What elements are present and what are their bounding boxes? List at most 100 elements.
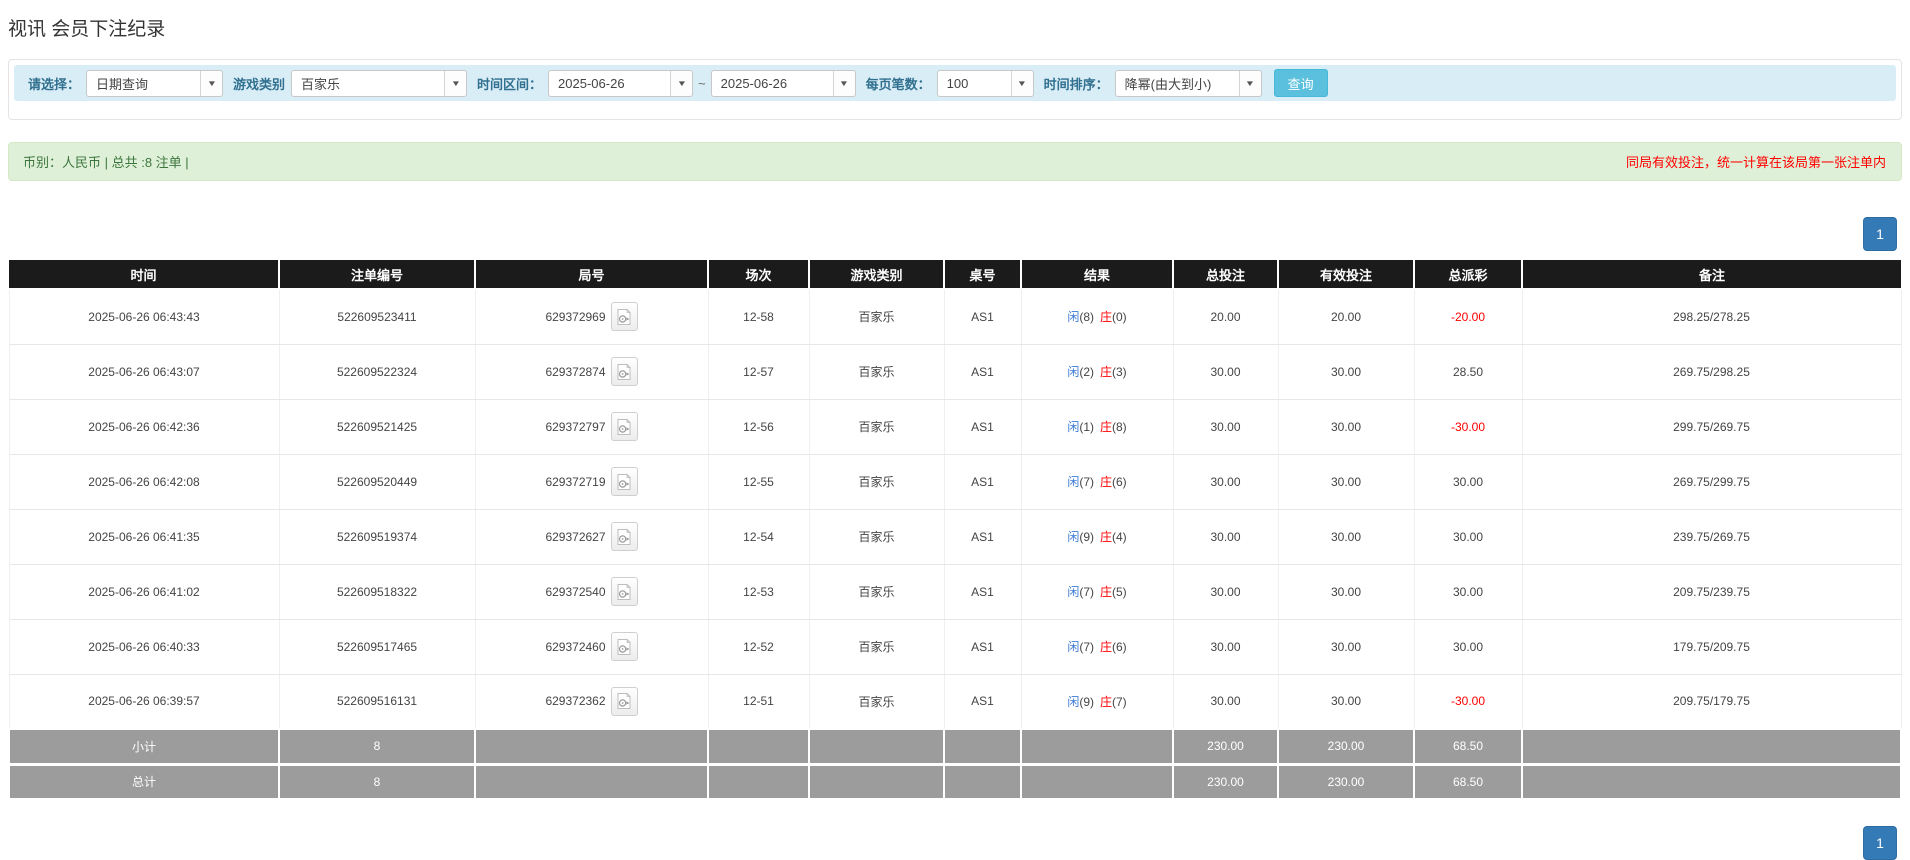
cell-valid-bet: 30.00 bbox=[1278, 454, 1415, 510]
video-replay-button[interactable] bbox=[610, 302, 638, 332]
summary-total-bet: 230.00 bbox=[1172, 763, 1279, 801]
round-id-text: 629372874 bbox=[545, 364, 606, 379]
date-to-select[interactable]: 2025-06-26 ▼ bbox=[710, 69, 856, 97]
cell-round-id: 629372874 bbox=[475, 344, 709, 400]
notice-text: 同局有效投注，统一计算在该局第一张注单内 bbox=[1625, 155, 1886, 170]
cell-total-bet[interactable]: 30.00 bbox=[1173, 674, 1279, 730]
chevron-down-icon[interactable]: ▼ bbox=[1238, 70, 1261, 96]
video-icon bbox=[617, 418, 631, 435]
cell-game-type: 百家乐 bbox=[809, 509, 945, 565]
cell-time: 2025-06-26 06:40:33 bbox=[8, 619, 280, 675]
summary-total-bet: 230.00 bbox=[1172, 728, 1279, 766]
result-banker-label: 庄 bbox=[1100, 530, 1113, 544]
cell-game-type: 百家乐 bbox=[809, 674, 945, 730]
cell-note: 269.75/298.25 bbox=[1522, 344, 1902, 400]
page-title: 视讯 会员下注纪录 bbox=[8, 19, 166, 40]
result-player-label: 闲 bbox=[1067, 420, 1080, 434]
sort-value: 降幂(由大到小) bbox=[1124, 76, 1212, 92]
cell-payout: -30.00 bbox=[1414, 399, 1523, 455]
page-size-select[interactable]: 100 ▼ bbox=[936, 69, 1034, 97]
sort-select[interactable]: 降幂(由大到小) ▼ bbox=[1114, 69, 1262, 97]
cell-total-bet[interactable]: 30.00 bbox=[1173, 454, 1279, 510]
video-replay-button[interactable] bbox=[610, 357, 638, 386]
cell-table-id: AS1 bbox=[944, 674, 1022, 730]
game-type-value: 百家乐 bbox=[301, 76, 341, 92]
cell-result: 闲(9) 庄(4) bbox=[1021, 509, 1174, 565]
cell-bet-id: 522609520449 bbox=[279, 454, 476, 510]
video-icon bbox=[617, 638, 631, 655]
date-from-select[interactable]: 2025-06-26 ▼ bbox=[548, 69, 694, 97]
cell-game-type: 百家乐 bbox=[809, 454, 945, 510]
round-id-text: 629372797 bbox=[545, 419, 606, 434]
cell-session: 12-55 bbox=[708, 454, 810, 510]
page-size-value: 100 bbox=[946, 75, 969, 91]
result-player-label: 闲 bbox=[1067, 365, 1080, 379]
summary-label: 小计 bbox=[8, 728, 280, 766]
query-type-value: 日期查询 bbox=[96, 76, 149, 92]
cell-table-id: AS1 bbox=[944, 454, 1022, 510]
cell-total-bet[interactable]: 30.00 bbox=[1173, 564, 1279, 620]
cell-total-bet[interactable]: 20.00 bbox=[1173, 289, 1279, 345]
column-header: 结果 bbox=[1021, 260, 1174, 290]
summary-payout: 68.50 bbox=[1413, 728, 1523, 766]
cell-payout: 30.00 bbox=[1414, 619, 1523, 675]
cell-total-bet[interactable]: 30.00 bbox=[1173, 344, 1279, 400]
column-header: 场次 bbox=[708, 260, 810, 290]
chevron-down-icon[interactable]: ▼ bbox=[1010, 70, 1033, 96]
cell-bet-id: 522609523411 bbox=[279, 289, 476, 345]
round-id-text: 629372969 bbox=[545, 309, 606, 324]
result-banker-label: 庄 bbox=[1100, 585, 1113, 599]
game-type-select[interactable]: 百家乐 ▼ bbox=[291, 69, 468, 97]
summary-label: 总计 bbox=[8, 763, 280, 801]
time-range-label: 时间区间： bbox=[477, 76, 543, 92]
chevron-down-icon[interactable]: ▼ bbox=[832, 70, 855, 96]
chevron-down-icon[interactable]: ▼ bbox=[200, 70, 223, 96]
column-header: 注单编号 bbox=[279, 260, 476, 290]
summary-row: 小计 8 230.00 230.00 68.50 bbox=[8, 728, 1902, 766]
result-banker-score: (5) bbox=[1112, 585, 1127, 599]
video-replay-button[interactable] bbox=[610, 467, 638, 496]
result-player-label: 闲 bbox=[1067, 585, 1080, 599]
search-button[interactable]: 查询 bbox=[1273, 69, 1328, 97]
video-replay-button[interactable] bbox=[610, 412, 638, 441]
page-1-button[interactable]: 1 bbox=[1863, 217, 1897, 251]
cell-round-id: 629372969 bbox=[475, 289, 709, 345]
result-banker-label: 庄 bbox=[1100, 694, 1113, 709]
cell-valid-bet: 30.00 bbox=[1278, 564, 1415, 620]
pagination-bottom: 1 bbox=[8, 825, 1902, 860]
result-player-label: 闲 bbox=[1067, 475, 1080, 489]
result-banker-label: 庄 bbox=[1100, 310, 1113, 325]
result-player-score: (2) bbox=[1079, 365, 1094, 379]
video-replay-button[interactable] bbox=[610, 522, 638, 551]
result-banker-score: (6) bbox=[1112, 640, 1127, 654]
cell-result: 闲(7) 庄(5) bbox=[1021, 564, 1174, 620]
query-type-select[interactable]: 日期查询 ▼ bbox=[86, 69, 224, 97]
cell-time: 2025-06-26 06:41:02 bbox=[8, 564, 280, 620]
table-row: 2025-06-26 06:39:57 522609516131 6293723… bbox=[8, 674, 1902, 730]
result-banker-label: 庄 bbox=[1100, 475, 1113, 489]
range-separator: ~ bbox=[698, 75, 706, 91]
cell-total-bet[interactable]: 30.00 bbox=[1173, 619, 1279, 675]
page-1-button[interactable]: 1 bbox=[1863, 825, 1897, 860]
cell-total-bet[interactable]: 30.00 bbox=[1173, 399, 1279, 455]
chevron-down-icon[interactable]: ▼ bbox=[670, 70, 693, 96]
cell-game-type: 百家乐 bbox=[809, 289, 945, 345]
video-replay-button[interactable] bbox=[610, 577, 638, 606]
filter-panel: 请选择： 日期查询 ▼ 游戏类别 百家乐 ▼ 时间区间： 2025-06-26 … bbox=[8, 59, 1902, 120]
video-icon bbox=[617, 528, 631, 545]
column-header: 游戏类别 bbox=[809, 260, 945, 290]
result-banker-score: (7) bbox=[1112, 694, 1127, 709]
table-row: 2025-06-26 06:41:02 522609518322 6293725… bbox=[8, 564, 1902, 620]
cell-game-type: 百家乐 bbox=[809, 399, 945, 455]
cell-total-bet[interactable]: 30.00 bbox=[1173, 509, 1279, 565]
round-id-text: 629372362 bbox=[545, 694, 606, 709]
chevron-down-icon[interactable]: ▼ bbox=[444, 70, 467, 96]
cell-session: 12-57 bbox=[708, 344, 810, 400]
summary-count: 8 bbox=[278, 763, 476, 801]
bet-records-table: 时间 注单编号 局号 场次 游戏类别 桌号 结果 总投注 有效投注 总派彩 备注 2025-06-2… bbox=[8, 260, 1902, 801]
cell-payout: 30.00 bbox=[1414, 454, 1523, 510]
video-replay-button[interactable] bbox=[610, 632, 638, 661]
video-replay-button[interactable] bbox=[610, 686, 638, 716]
table-row: 2025-06-26 06:41:35 522609519374 6293726… bbox=[8, 509, 1902, 565]
cell-session: 12-52 bbox=[708, 619, 810, 675]
